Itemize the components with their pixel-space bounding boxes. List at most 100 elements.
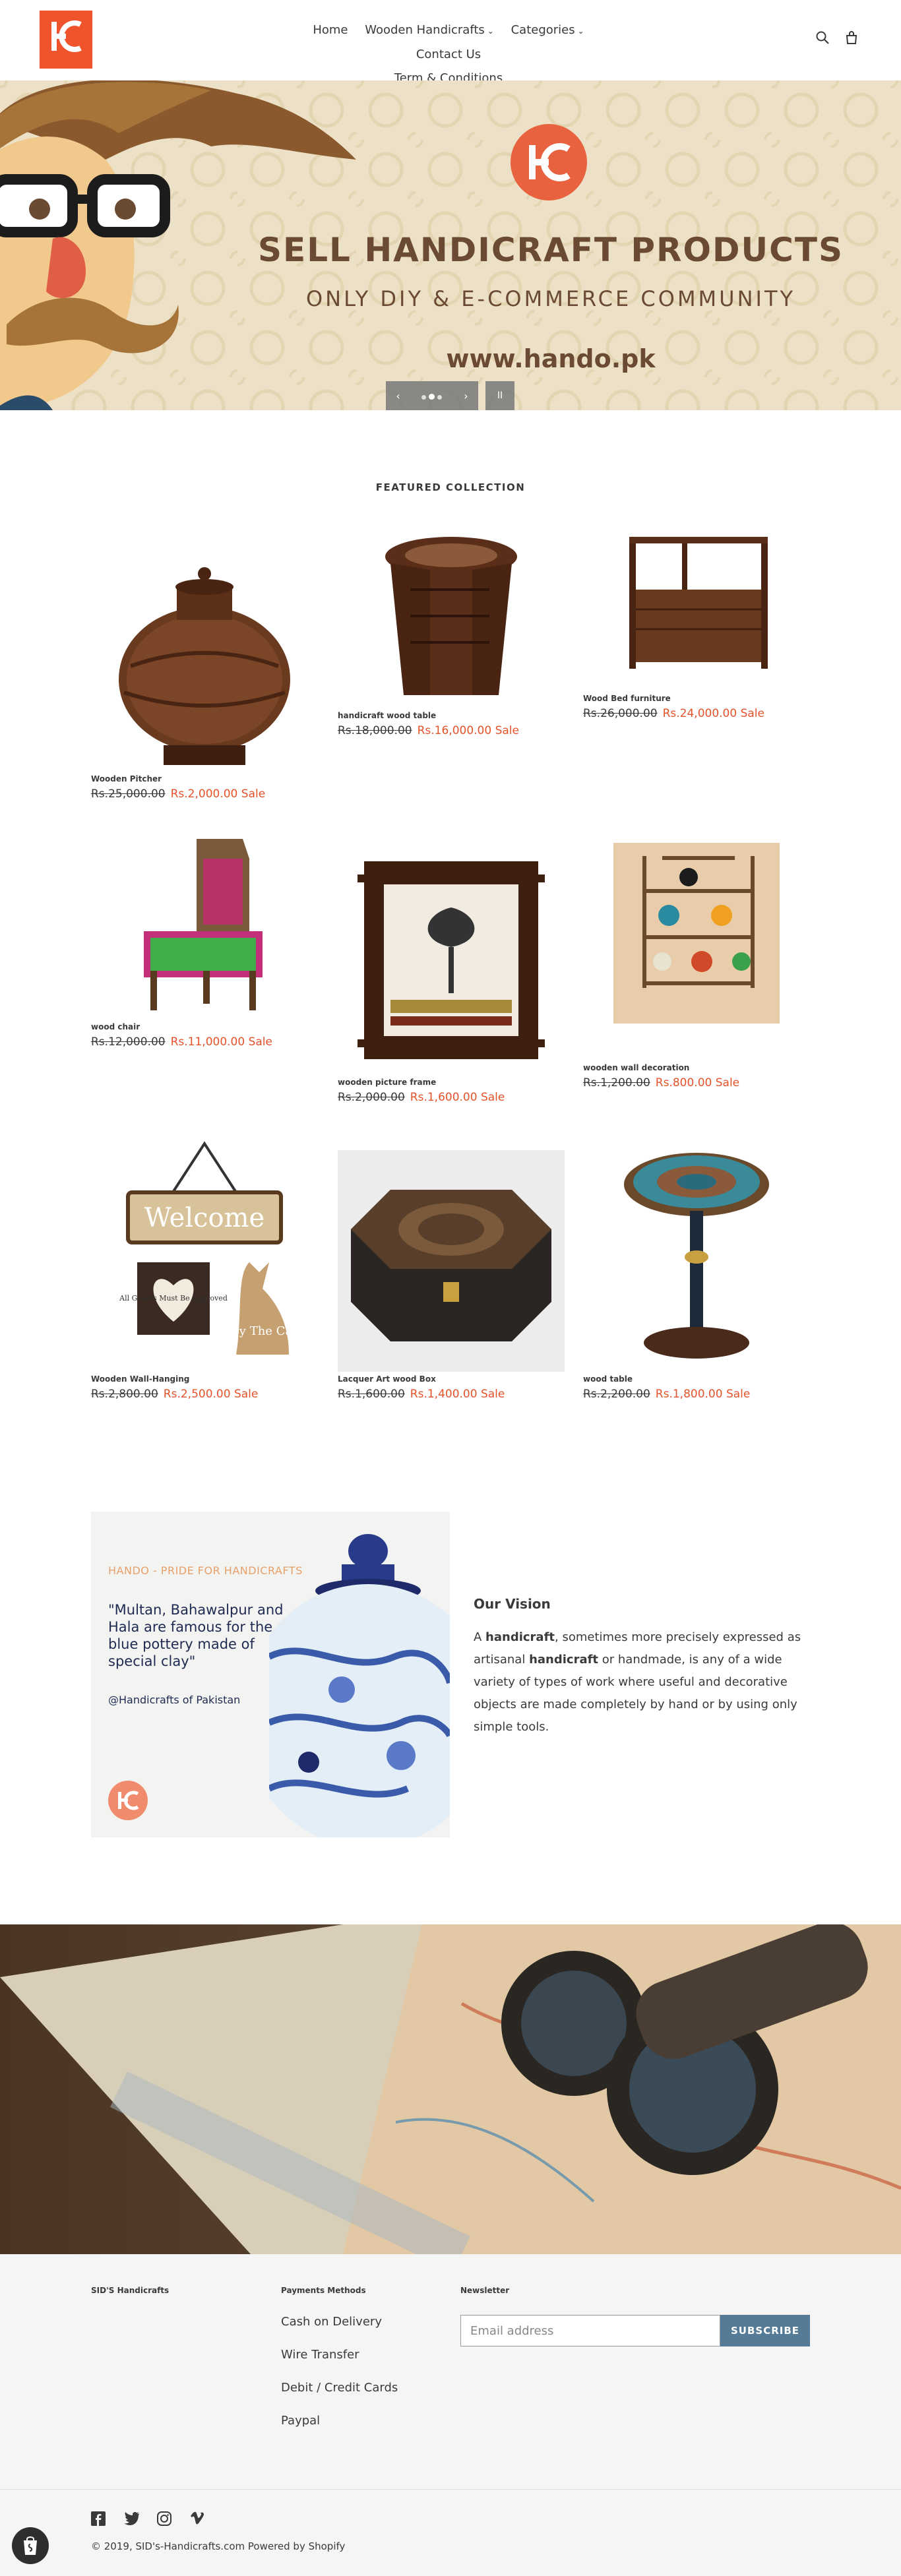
hero-subtitle: ONLY DIY & E-COMMERCE COMMUNITY	[305, 286, 796, 311]
footer-payment-item[interactable]: Paypal	[281, 2414, 320, 2428]
product-card[interactable]: Lacquer Art wood Box Rs.1,600.00 Rs.1,400…	[338, 1150, 565, 1401]
product-image-wall-hanging[interactable]: Welcome All Guests Must Be Approved By T…	[91, 1137, 318, 1372]
shopify-badge[interactable]	[12, 2527, 49, 2564]
slider-dot[interactable]	[421, 394, 427, 400]
product-card[interactable]: handicraft wood table Rs.18,000.00 Rs.16,…	[338, 530, 565, 737]
product-name[interactable]: Lacquer Art wood Box	[338, 1374, 565, 1384]
copyright-text: © 2019, SID's-Handicrafts.com Powered by…	[91, 2540, 346, 2552]
nav-wooden-handicrafts[interactable]: Wooden Handicrafts ⌄	[365, 18, 494, 43]
product-card[interactable]: Welcome All Guests Must Be Approved By T…	[91, 1137, 318, 1401]
product-old-price: Rs.1,200.00	[583, 1076, 650, 1089]
chevron-down-icon: ⌄	[487, 26, 494, 36]
product-sale-price: Rs.800.00 Sale	[655, 1076, 740, 1089]
hero-url: www.hando.pk	[446, 344, 656, 373]
hero-title: SELL HANDICRAFT PRODUCTS	[258, 231, 844, 269]
slider-dot[interactable]	[437, 394, 443, 400]
hero-logo	[511, 124, 587, 200]
vision-text-part: A	[474, 1630, 486, 1644]
vision-image-logo	[108, 1781, 148, 1820]
hero-slideshow: SELL HANDICRAFT PRODUCTS ONLY DIY & E-CO…	[0, 80, 901, 410]
product-price: Rs.2,000.00 Rs.1,600.00 Sale	[338, 1091, 565, 1104]
product-sale-price: Rs.1,800.00 Sale	[655, 1388, 751, 1401]
map-binoculars-banner	[0, 1924, 901, 2254]
chevron-down-icon: ⌄	[577, 26, 584, 36]
product-sale-price: Rs.16,000.00 Sale	[417, 724, 519, 737]
vision-image-quote: "Multan, Bahawalpur and Hala are famous …	[108, 1602, 284, 1669]
product-sale-price: Rs.2,500.00 Sale	[163, 1388, 259, 1401]
product-sale-price: Rs.24,000.00 Sale	[662, 707, 764, 720]
site-footer: SID'S Handicrafts Payments Methods Cash …	[0, 2254, 901, 2576]
vimeo-icon[interactable]	[190, 2511, 206, 2527]
search-icon[interactable]	[815, 30, 830, 46]
social-links	[91, 2511, 206, 2527]
product-name[interactable]: Wooden Pitcher	[91, 774, 318, 783]
nav-wooden-handicrafts-label: Wooden Handicrafts	[365, 23, 485, 37]
site-header: Home Wooden Handicrafts ⌄ Categories ⌄ Con…	[0, 0, 901, 85]
nav-categories[interactable]: Categories ⌄	[511, 18, 584, 43]
vision-text: A handicraft, sometimes more precisely e…	[474, 1626, 811, 1738]
slider-dots	[420, 390, 443, 402]
product-sale-price: Rs.1,600.00 Sale	[410, 1091, 505, 1104]
product-old-price: Rs.25,000.00	[91, 787, 166, 801]
product-image-wood-table[interactable]	[338, 530, 565, 708]
product-card[interactable]: wooden wall decoration Rs.1,200.00 Rs.800…	[583, 843, 810, 1089]
product-name[interactable]: wooden picture frame	[338, 1078, 565, 1087]
header-icons	[815, 30, 859, 46]
product-card[interactable]: wood chair Rs.12,000.00 Rs.11,000.00 Sale	[91, 832, 318, 1049]
footer-payment-item[interactable]: Debit / Credit Cards	[281, 2381, 398, 2395]
featured-collection-title: FEATURED COLLECTION	[375, 481, 526, 493]
wall-hanging-note-text: All Guests Must Be Approved	[119, 1294, 228, 1303]
product-image-pitcher[interactable]	[91, 547, 318, 772]
product-name[interactable]: wood table	[583, 1374, 810, 1384]
nav-contact-us[interactable]: Contact Us	[416, 43, 481, 67]
footer-payment-item[interactable]: Cash on Delivery	[281, 2315, 382, 2329]
product-name[interactable]: handicraft wood table	[338, 711, 565, 720]
nav-categories-label: Categories	[511, 23, 575, 37]
product-old-price: Rs.26,000.00	[583, 707, 658, 720]
newsletter-email-input[interactable]: Email address	[460, 2315, 720, 2346]
vision-image-handle: @Handicrafts of Pakistan	[108, 1694, 241, 1706]
product-old-price: Rs.12,000.00	[91, 1035, 166, 1049]
product-card[interactable]: Wooden Pitcher Rs.25,000.00 Rs.2,000.00 S…	[91, 547, 318, 801]
slider-dot-active[interactable]	[429, 393, 435, 400]
product-image-wood-chair[interactable]	[91, 832, 318, 1020]
product-name[interactable]: Wood Bed furniture	[583, 694, 810, 703]
product-card[interactable]: wood table Rs.2,200.00 Rs.1,800.00 Sale	[583, 1145, 810, 1401]
product-card[interactable]: wooden picture frame Rs.2,000.00 Rs.1,600…	[338, 848, 565, 1104]
footer-payment-item[interactable]: Wire Transfer	[281, 2348, 359, 2362]
product-price: Rs.12,000.00 Rs.11,000.00 Sale	[91, 1035, 318, 1049]
footer-divider	[0, 2489, 901, 2490]
slider-controls: ‹ ›	[386, 381, 478, 410]
main-nav: Home Wooden Handicrafts ⌄ Categories ⌄ Con…	[270, 18, 627, 90]
slider-prev-button[interactable]: ‹	[396, 390, 400, 402]
site-logo[interactable]	[40, 11, 92, 69]
product-name[interactable]: Wooden Wall-Hanging	[91, 1374, 318, 1384]
product-sale-price: Rs.1,400.00 Sale	[410, 1388, 505, 1401]
product-price: Rs.2,200.00 Rs.1,800.00 Sale	[583, 1388, 810, 1401]
nav-home[interactable]: Home	[313, 18, 348, 42]
product-image-picture-frame[interactable]	[338, 848, 565, 1075]
footer-brand-title: SID'S Handicrafts	[91, 2286, 170, 2295]
footer-newsletter-title: Newsletter	[460, 2286, 510, 2295]
facebook-icon[interactable]	[91, 2511, 107, 2527]
vision-text-bold: handicraft	[529, 1653, 599, 1667]
product-image-wall-decoration[interactable]	[583, 843, 810, 1060]
product-name[interactable]: wood chair	[91, 1022, 318, 1031]
slider-next-button[interactable]: ›	[464, 390, 468, 402]
product-card[interactable]: Wood Bed furniture Rs.26,000.00 Rs.24,000…	[583, 530, 810, 720]
product-image-lacquer-box[interactable]	[338, 1150, 565, 1372]
slider-pause-button[interactable]: II	[485, 381, 514, 410]
vision-image-brand: HANDO - PRIDE FOR HANDICRAFTS	[108, 1564, 303, 1577]
product-image-wood-table-round[interactable]	[583, 1145, 810, 1372]
instagram-icon[interactable]	[157, 2511, 173, 2527]
twitter-icon[interactable]	[124, 2511, 140, 2527]
product-old-price: Rs.2,200.00	[583, 1388, 650, 1401]
product-old-price: Rs.2,000.00	[338, 1091, 405, 1104]
product-image-wood-bed[interactable]	[583, 530, 810, 691]
welcome-sign-text: Welcome	[144, 1203, 264, 1233]
subscribe-button[interactable]: SUBSCRIBE	[720, 2315, 810, 2346]
product-price: Rs.2,800.00 Rs.2,500.00 Sale	[91, 1388, 318, 1401]
product-name[interactable]: wooden wall decoration	[583, 1063, 810, 1072]
cart-icon[interactable]	[844, 30, 859, 46]
product-sale-price: Rs.11,000.00 Sale	[170, 1035, 272, 1049]
